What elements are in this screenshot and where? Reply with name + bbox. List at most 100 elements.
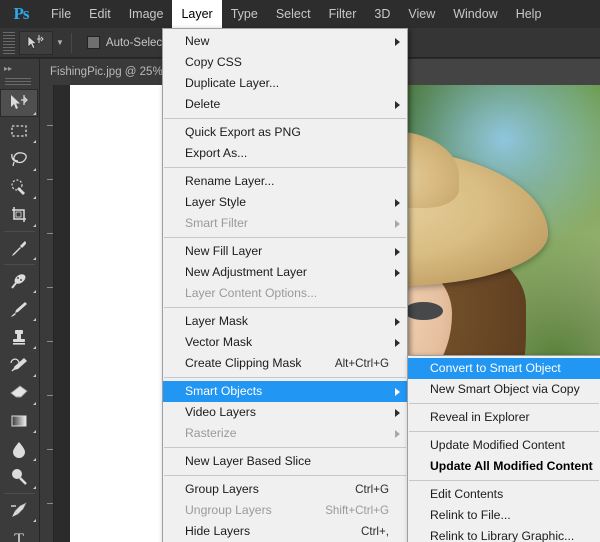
layer-menu-dropdown[interactable]: NewCopy CSSDuplicate Layer...Delete Quick… [162, 28, 408, 542]
menu-item-label: Smart Objects [185, 381, 262, 402]
menu-item-update-modified-content[interactable]: Update Modified Content [408, 435, 600, 456]
brush-tool[interactable] [0, 295, 38, 323]
auto-select-checkbox[interactable] [87, 36, 100, 49]
spot-healing-brush-tool[interactable] [0, 267, 38, 295]
menu-item-label: Create Clipping Mask [185, 353, 302, 374]
menu-item-label: Update All Modified Content [430, 456, 593, 477]
menu-edit[interactable]: Edit [80, 0, 120, 28]
menu-item-group-layers[interactable]: Group Layers Ctrl+G [163, 479, 407, 500]
menu-type[interactable]: Type [222, 0, 267, 28]
eraser-tool[interactable] [0, 379, 38, 407]
menu-item-ungroup-layers: Ungroup LayersShift+Ctrl+G [163, 500, 407, 521]
menu-item-label: Layer Style [185, 192, 246, 213]
menu-help[interactable]: Help [507, 0, 551, 28]
history-brush-tool[interactable] [0, 351, 38, 379]
submenu-arrow-icon [395, 318, 400, 326]
lasso-tool[interactable] [0, 145, 38, 173]
menu-separator [164, 447, 406, 448]
dodge-tool[interactable] [0, 463, 38, 491]
submenu-arrow-icon [395, 101, 400, 109]
menu-item-duplicate-layer[interactable]: Duplicate Layer... [163, 73, 407, 94]
menu-item-label: Convert to Smart Object [430, 358, 561, 379]
menu-item-label: Smart Filter [185, 213, 248, 234]
crop-tool[interactable] [0, 201, 38, 229]
menu-item-relink-to-file[interactable]: Relink to File... [408, 505, 600, 526]
menu-image[interactable]: Image [120, 0, 173, 28]
move-tool-icon[interactable] [19, 31, 53, 55]
menu-item-layer-content-options: Layer Content Options... [163, 283, 407, 304]
smart-objects-submenu[interactable]: Convert to Smart ObjectNew Smart Object … [407, 355, 600, 542]
menu-item-label: Relink to File... [430, 505, 511, 526]
menu-item-hide-layers[interactable]: Hide LayersCtrl+, [163, 521, 407, 542]
submenu-arrow-icon [395, 409, 400, 417]
rectangular-marquee-tool[interactable] [0, 117, 38, 145]
quick-selection-tool[interactable] [0, 173, 38, 201]
menu-item-layer-style[interactable]: Layer Style [163, 192, 407, 213]
menu-item-label: Reveal in Explorer [430, 407, 530, 428]
menu-item-vector-mask[interactable]: Vector Mask [163, 332, 407, 353]
menu-item-label: Export As... [185, 143, 247, 164]
menu-filter[interactable]: Filter [320, 0, 366, 28]
menu-item-new-adjustment-layer[interactable]: New Adjustment Layer [163, 262, 407, 283]
menu-item-convert-to-smart-object[interactable]: Convert to Smart Object [408, 358, 600, 379]
menu-separator [164, 475, 406, 476]
menu-view[interactable]: View [399, 0, 444, 28]
submenu-arrow-icon [395, 220, 400, 228]
menu-item-label: Ungroup Layers [185, 500, 272, 521]
submenu-arrow-icon [395, 388, 400, 396]
menu-item-new-layer-based-slice[interactable]: New Layer Based Slice [163, 451, 407, 472]
menu-item-delete[interactable]: Delete [163, 94, 407, 115]
menu-item-edit-contents[interactable]: Edit Contents [408, 484, 600, 505]
menu-item-smart-objects[interactable]: Smart Objects [163, 381, 407, 402]
menu-item-quick-export-as-png[interactable]: Quick Export as PNG [163, 122, 407, 143]
menu-item-label: Rasterize [185, 423, 236, 444]
menu-separator [409, 480, 599, 481]
tools-divider [4, 231, 35, 232]
menu-window[interactable]: Window [444, 0, 506, 28]
menu-item-create-clipping-mask[interactable]: Create Clipping MaskAlt+Ctrl+G [163, 353, 407, 374]
menu-item-relink-to-library-graphic[interactable]: Relink to Library Graphic... [408, 526, 600, 542]
menu-item-new-smart-object-via-copy[interactable]: New Smart Object via Copy [408, 379, 600, 400]
menu-item-label: Layer Mask [185, 311, 248, 332]
menu-item-label: Layer Content Options... [185, 283, 317, 304]
submenu-arrow-icon [395, 199, 400, 207]
move-tool[interactable] [0, 89, 38, 117]
menu-item-new[interactable]: New [163, 31, 407, 52]
menu-item-layer-mask[interactable]: Layer Mask [163, 311, 407, 332]
pen-tool[interactable] [0, 496, 38, 524]
menu-item-label: Edit Contents [430, 484, 503, 505]
photoshop-window: Ps FileEditImageLayerTypeSelectFilter3DV… [0, 0, 600, 542]
menu-item-copy-css[interactable]: Copy CSS [163, 52, 407, 73]
tools-panel: ▸▸ T [0, 59, 40, 542]
horizontal-type-tool[interactable]: T [0, 524, 38, 542]
tool-preset-chevron-down-icon[interactable]: ▼ [56, 38, 64, 47]
options-bar-grip[interactable] [3, 32, 15, 54]
menu-item-label: Hide Layers [185, 521, 250, 542]
clone-stamp-tool[interactable] [0, 323, 38, 351]
blur-tool[interactable] [0, 435, 38, 463]
menu-item-new-fill-layer[interactable]: New Fill Layer [163, 241, 407, 262]
menu-item-label: Duplicate Layer... [185, 73, 279, 94]
submenu-arrow-icon [395, 248, 400, 256]
menu-item-reveal-in-explorer[interactable]: Reveal in Explorer [408, 407, 600, 428]
menu-item-video-layers[interactable]: Video Layers [163, 402, 407, 423]
menu-item-shortcut: Ctrl+G [333, 479, 389, 500]
double-chevron-right-icon[interactable]: ▸▸ [0, 59, 39, 77]
menu-layer[interactable]: Layer [172, 0, 221, 28]
menu-item-label: New Fill Layer [185, 241, 262, 262]
menu-item-export-as[interactable]: Export As... [163, 143, 407, 164]
menu-item-label: Group Layers [185, 479, 259, 500]
menu-3d[interactable]: 3D [365, 0, 399, 28]
menu-item-rename-layer[interactable]: Rename Layer... [163, 171, 407, 192]
submenu-arrow-icon [395, 38, 400, 46]
menu-file[interactable]: File [42, 0, 80, 28]
menu-bar-items: FileEditImageLayerTypeSelectFilter3DView… [42, 0, 550, 28]
svg-text:T: T [14, 531, 24, 542]
menu-item-update-all-modified-content[interactable]: Update All Modified Content [408, 456, 600, 477]
eyedropper-tool[interactable] [0, 234, 38, 262]
menu-separator [164, 118, 406, 119]
menu-select[interactable]: Select [267, 0, 320, 28]
menu-item-label: New Layer Based Slice [185, 451, 311, 472]
tools-panel-grip[interactable] [5, 78, 31, 85]
gradient-tool[interactable] [0, 407, 38, 435]
